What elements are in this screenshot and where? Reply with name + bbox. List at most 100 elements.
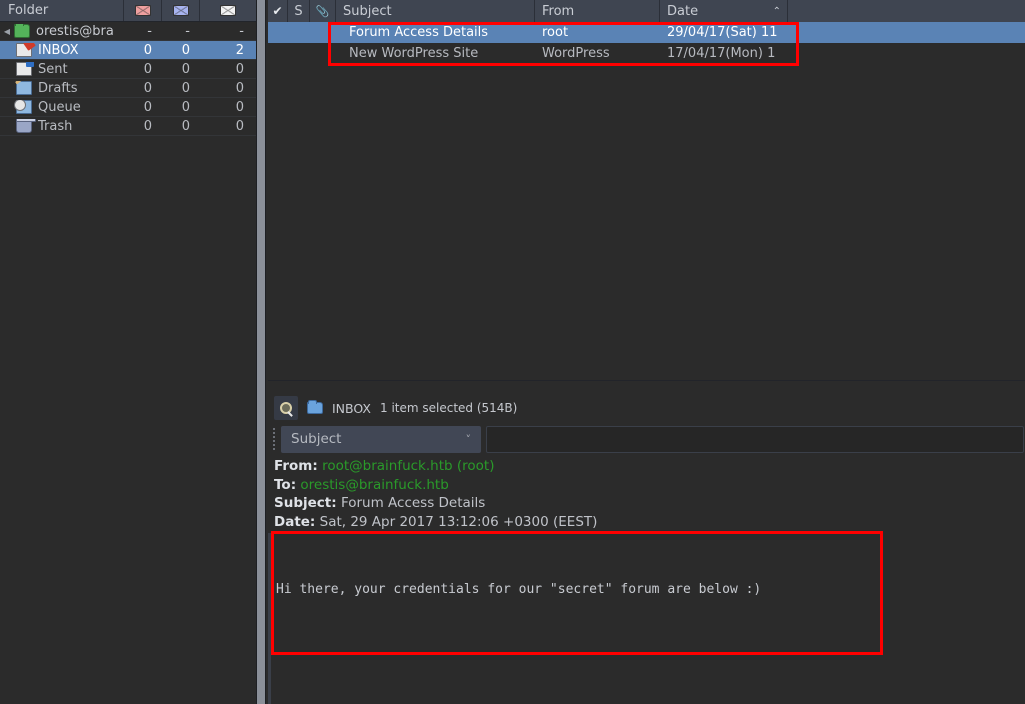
- chevron-down-icon: ˅: [465, 432, 472, 446]
- folder-count-unread: 0: [181, 99, 190, 115]
- column-header-date[interactable]: Date ⌃: [660, 0, 788, 22]
- folder-count-total: 0: [235, 80, 244, 96]
- horizontal-pane-splitter[interactable]: [268, 380, 1025, 392]
- sort-ascending-icon[interactable]: ⌃: [773, 6, 781, 17]
- header-subject-line: Subject: Forum Access Details: [274, 494, 1025, 513]
- column-header-status[interactable]: S: [288, 0, 310, 22]
- row-subject: New WordPress Site: [349, 46, 479, 61]
- message-list-pane: ✔ S 📎 Subject From Date ⌃ Forum Access D…: [268, 0, 1025, 380]
- folder-row-label-wrap: Queue: [0, 99, 124, 115]
- folder-list-header: Folder: [0, 0, 256, 22]
- folder-count-total: 0: [235, 61, 244, 77]
- drafts-icon: [16, 81, 32, 95]
- folder-count-unread: 0: [181, 80, 190, 96]
- folder-count-new: 0: [143, 99, 152, 115]
- message-headers: From: root@brainfuck.htb (root) To: ores…: [268, 454, 1025, 531]
- column-header-mark[interactable]: ✔: [268, 0, 288, 22]
- folder-row-sent[interactable]: Sent 0 0 0: [0, 60, 256, 79]
- paperclip-icon: 📎: [315, 4, 330, 18]
- column-header-from[interactable]: From: [535, 0, 660, 22]
- selection-info: 1 item selected (514B): [380, 401, 518, 415]
- folder-label: Trash: [38, 118, 73, 134]
- trash-icon: [16, 118, 36, 133]
- date-column-label: Date: [667, 3, 699, 19]
- from-column-label: From: [542, 3, 575, 19]
- header-to-line: To: orestis@brainfuck.htb: [274, 476, 1025, 495]
- folder-row-drafts[interactable]: Drafts 0 0 0: [0, 79, 256, 98]
- header-date-line: Date: Sat, 29 Apr 2017 13:12:06 +0300 (E…: [274, 513, 1025, 532]
- folder-column-header-total[interactable]: [200, 0, 256, 21]
- folder-count-new: 0: [143, 118, 152, 134]
- folder-row-label-wrap: ◀ orestis@bra: [0, 23, 124, 39]
- folder-count-new: 0: [143, 61, 152, 77]
- subject-column-label: Subject: [343, 3, 392, 19]
- header-date-value: Sat, 29 Apr 2017 13:12:06 +0300 (EEST): [319, 513, 598, 530]
- search-button[interactable]: [274, 396, 298, 420]
- row-subject: Forum Access Details: [349, 25, 489, 40]
- folder-column-header-unread[interactable]: [162, 0, 200, 21]
- header-from-line: From: root@brainfuck.htb (root): [274, 457, 1025, 476]
- header-to-value[interactable]: orestis@brainfuck.htb: [300, 477, 448, 493]
- message-view-pane: INBOX 1 item selected (514B) Subject ˅ F…: [268, 392, 1025, 704]
- current-folder-name: INBOX: [332, 400, 371, 416]
- filter-search-input[interactable]: [486, 425, 1024, 453]
- vertical-pane-splitter[interactable]: [256, 0, 266, 704]
- envelope-unread-icon: [172, 5, 189, 16]
- message-view-statusbar: INBOX 1 item selected (514B): [268, 392, 1025, 424]
- header-from-key: From:: [274, 458, 318, 474]
- row-date: 29/04/17(Sat) 11: [667, 25, 778, 40]
- folder-count-total: 2: [235, 42, 244, 58]
- folder-row-trash[interactable]: Trash 0 0 0: [0, 117, 256, 136]
- status-column-label: S: [294, 3, 303, 19]
- folder-count-new: 0: [143, 42, 152, 58]
- folder-row-label-wrap: INBOX: [0, 43, 124, 58]
- folder-row-label-wrap: Drafts: [0, 81, 124, 96]
- table-row[interactable]: Forum Access Details root 29/04/17(Sat) …: [268, 22, 1025, 43]
- inbox-icon: [16, 43, 32, 57]
- folder-row-queue[interactable]: Queue 0 0 0: [0, 98, 256, 117]
- folder-list: ◀ orestis@bra - - - INBOX 0 0 2 Sent 0 0…: [0, 22, 256, 136]
- message-body-left-rule: [268, 533, 271, 704]
- row-from: WordPress: [542, 46, 610, 61]
- filter-bar: Subject ˅: [268, 424, 1025, 454]
- envelope-total-icon: [220, 5, 236, 16]
- filter-field-select[interactable]: Subject ˅: [281, 425, 481, 453]
- folder-label: INBOX: [38, 42, 79, 58]
- folder-count-total: -: [239, 23, 244, 39]
- folder-pane: Folder ◀ orestis@bra - - - INBOX 0 0 2 S…: [0, 0, 256, 704]
- folder-count-unread: 0: [181, 118, 190, 134]
- folder-row-account[interactable]: ◀ orestis@bra - - -: [0, 22, 256, 41]
- envelope-new-icon: [134, 5, 151, 16]
- table-row[interactable]: New WordPress Site WordPress 17/04/17(Mo…: [268, 43, 1025, 64]
- folder-column-header-new[interactable]: [124, 0, 162, 21]
- folder-count-new: -: [147, 23, 152, 39]
- folder-label: Queue: [38, 99, 81, 115]
- folder-label: Drafts: [38, 80, 78, 96]
- folder-count-unread: 0: [181, 61, 190, 77]
- folder-column-header-name[interactable]: Folder: [0, 0, 124, 21]
- column-header-attachment[interactable]: 📎: [310, 0, 336, 22]
- body-line-blank-1: [276, 642, 1025, 663]
- folder-label: Sent: [38, 61, 68, 77]
- checkmark-icon: ✔: [272, 4, 283, 18]
- header-date-key: Date:: [274, 513, 316, 530]
- toolbar-grip-handle[interactable]: [272, 427, 276, 451]
- folder-account-icon: [14, 23, 30, 38]
- column-header-subject[interactable]: Subject: [336, 0, 535, 22]
- header-to-key: To:: [274, 476, 297, 493]
- folder-count-total: 0: [235, 99, 244, 115]
- mail-client-window: Folder ◀ orestis@bra - - - INBOX 0 0 2 S…: [0, 0, 1025, 704]
- folder-open-icon: [307, 400, 323, 414]
- row-from: root: [542, 25, 569, 40]
- message-body[interactable]: Hi there, your credentials for our "secr…: [268, 537, 1025, 704]
- folder-row-inbox[interactable]: INBOX 0 0 2: [0, 41, 256, 60]
- header-from-value[interactable]: root@brainfuck.htb (root): [322, 458, 494, 474]
- folder-column-label: Folder: [8, 3, 49, 18]
- row-date: 17/04/17(Mon) 1: [667, 46, 776, 61]
- magnifier-icon: [279, 401, 293, 415]
- column-header-filler: [788, 0, 1025, 22]
- filter-field-value: Subject: [291, 431, 342, 447]
- expander-triangle-icon[interactable]: ◀: [0, 27, 14, 36]
- sent-icon: [16, 61, 34, 76]
- queue-icon: [14, 99, 32, 114]
